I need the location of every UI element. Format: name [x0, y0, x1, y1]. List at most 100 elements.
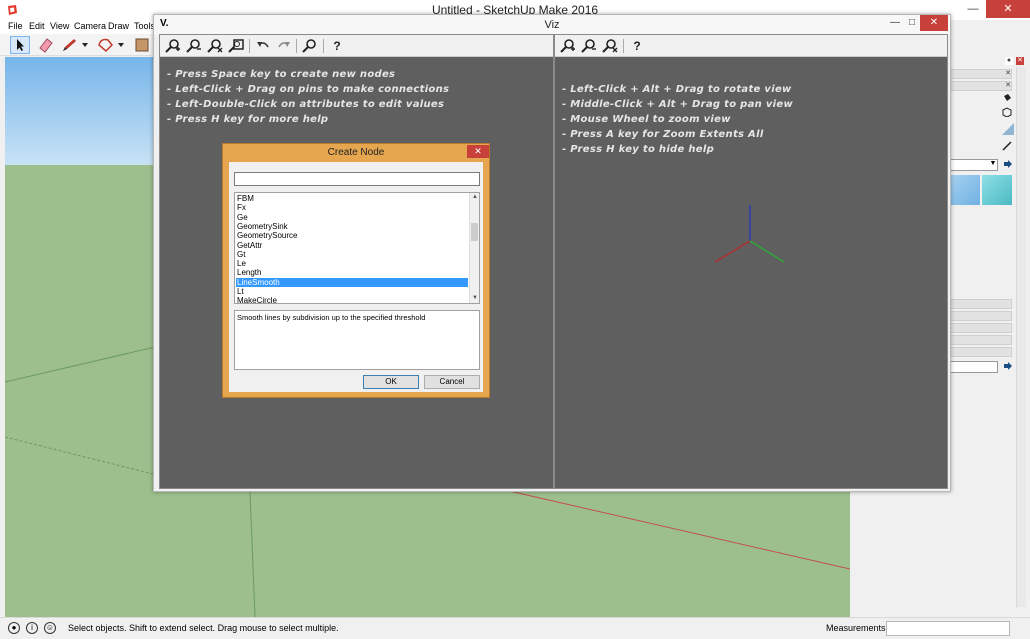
tray-panel-close-icon[interactable]: ✕: [1004, 70, 1012, 78]
node-list-item[interactable]: Length: [236, 268, 468, 277]
chevron-down-icon[interactable]: ▼: [470, 294, 479, 303]
menu-camera[interactable]: Camera: [74, 21, 106, 31]
close-button[interactable]: ✕: [986, 0, 1030, 18]
tray-panel-header[interactable]: [950, 323, 1012, 333]
chevron-down-icon: [82, 43, 88, 47]
chevron-up-icon[interactable]: ▲: [470, 193, 479, 202]
node-list-item[interactable]: LineSmooth: [236, 277, 468, 287]
menu-tools[interactable]: Tools: [134, 21, 155, 31]
viz-minimize-button[interactable]: —: [886, 15, 904, 31]
node-list[interactable]: MakeCircle Lt LineSmooth Length Le Gt GetAttr G…: [234, 192, 480, 304]
menu-file[interactable]: File: [8, 21, 23, 31]
eyedropper-icon[interactable]: [1002, 141, 1012, 151]
scrollbar-thumb[interactable]: [471, 223, 478, 241]
node-list-item[interactable]: Le: [236, 259, 468, 268]
toolbar-separator: [296, 39, 297, 53]
shape-icon: [98, 38, 114, 53]
eraser-tool-button[interactable]: [36, 36, 56, 54]
paint-bucket-icon[interactable]: [1002, 93, 1012, 103]
zoom-in-icon: [165, 39, 180, 53]
tray-panel-header[interactable]: [950, 69, 1012, 79]
zoom-out-button[interactable]: [185, 38, 203, 54]
zoom-extents-icon: [602, 39, 618, 53]
info-icon[interactable]: i: [26, 622, 38, 634]
node-list-item[interactable]: FBM: [236, 194, 468, 203]
tray-close-icon[interactable]: ✕: [1016, 57, 1024, 65]
ok-button[interactable]: OK: [363, 375, 419, 389]
arrow-right-icon[interactable]: [1003, 361, 1013, 371]
help-text-line: - Press A key for Zoom Extents All: [562, 129, 764, 140]
tray-panel-header[interactable]: [950, 299, 1012, 309]
help-button[interactable]: ?: [328, 38, 346, 54]
help-text-line: - Mouse Wheel to zoom view: [562, 114, 731, 125]
xyz-axes-gizmo: [714, 205, 785, 263]
node-search-input[interactable]: [234, 172, 480, 186]
tray-panel-header[interactable]: [950, 335, 1012, 345]
viz-close-button[interactable]: ✕: [920, 15, 948, 31]
geo-location-icon[interactable]: ●: [8, 622, 20, 634]
help-text-line: - Left-Click + Alt + Drag to rotate view: [562, 84, 792, 95]
toolbar-separator: [323, 39, 324, 53]
redo-button[interactable]: [275, 38, 293, 54]
help-text-line: - Left-Click + Drag on pins to make conn…: [167, 84, 450, 95]
zoom-extents-button[interactable]: [601, 38, 619, 54]
tray-panel-header[interactable]: [950, 311, 1012, 321]
tray-panel-header[interactable]: [950, 347, 1012, 357]
measurements-input[interactable]: [886, 621, 1010, 636]
undo-button[interactable]: [254, 38, 272, 54]
arrow-right-icon[interactable]: [1003, 159, 1013, 169]
viz-maximize-button[interactable]: □: [903, 15, 921, 31]
zoom-out-button[interactable]: [580, 38, 598, 54]
cube-icon[interactable]: [1002, 107, 1012, 117]
node-list-item[interactable]: Gt: [236, 250, 468, 259]
help-button[interactable]: ?: [628, 38, 646, 54]
menu-edit[interactable]: Edit: [29, 21, 45, 31]
search-icon: [302, 39, 316, 53]
zoom-in-button[interactable]: [559, 38, 577, 54]
user-icon[interactable]: ☺: [44, 622, 56, 634]
node-list-item[interactable]: Fx: [236, 203, 468, 212]
node-description: Smooth lines by subdivision up to the sp…: [234, 310, 480, 370]
paint-tool-button[interactable]: [132, 36, 152, 54]
node-list-scrollbar[interactable]: ▲ ▼: [469, 193, 479, 303]
dialog-titlebar[interactable]: Create Node ✕: [223, 144, 489, 162]
node-list-item[interactable]: Lt: [236, 287, 468, 296]
dialog-body: MakeCircle Lt LineSmooth Length Le Gt GetAttr G…: [229, 162, 483, 392]
preview-toolbar: ?: [555, 35, 947, 57]
node-list-item[interactable]: GetAttr: [236, 241, 468, 250]
node-list-item[interactable]: Ge: [236, 213, 468, 222]
tray-pin-icon[interactable]: ●: [1005, 57, 1013, 65]
tray-panel-close-icon[interactable]: ✕: [1004, 82, 1012, 90]
material-swatch[interactable]: [982, 175, 1012, 205]
node-list-item[interactable]: GeometrySource: [236, 231, 468, 240]
cancel-button[interactable]: Cancel: [424, 375, 480, 389]
toolbar-separator: [249, 39, 250, 53]
zoom-window-button[interactable]: [227, 38, 245, 54]
dialog-title: Create Node: [327, 147, 385, 158]
dialog-close-button[interactable]: ✕: [467, 145, 489, 158]
select-tool-button[interactable]: [10, 36, 30, 54]
menu-draw[interactable]: Draw: [108, 21, 129, 31]
tray-scrollbar[interactable]: [1016, 67, 1026, 607]
help-text-line: - Left-Double-Click on attributes to edi…: [167, 99, 445, 110]
pencil-tool-button[interactable]: [60, 36, 80, 54]
pencil-dropdown[interactable]: [80, 36, 90, 54]
shapes-dropdown[interactable]: [116, 36, 126, 54]
tray-select-box[interactable]: [950, 361, 998, 373]
zoom-out-icon: [581, 39, 596, 53]
preview-pane[interactable]: ? - Left-Click + Alt + Drag to rotate vi…: [554, 34, 948, 489]
status-bar: ● i ☺ Select objects. Shift to extend se…: [0, 617, 1030, 639]
tray-panel-header[interactable]: [950, 81, 1012, 91]
node-list-item[interactable]: MakeCircle: [236, 296, 468, 303]
status-text: Select objects. Shift to extend select. …: [68, 623, 339, 633]
node-list-item[interactable]: GeometrySink: [236, 222, 468, 231]
menu-view[interactable]: View: [50, 21, 69, 31]
chevron-down-icon[interactable]: ▼: [988, 160, 998, 170]
zoom-extents-button[interactable]: [206, 38, 224, 54]
zoom-in-button[interactable]: [164, 38, 182, 54]
material-swatch[interactable]: [950, 175, 980, 205]
zoom-in-icon: [560, 39, 575, 53]
shapes-tool-button[interactable]: [96, 36, 116, 54]
search-button[interactable]: [301, 38, 319, 54]
help-text-line: - Press H key for more help: [167, 114, 329, 125]
